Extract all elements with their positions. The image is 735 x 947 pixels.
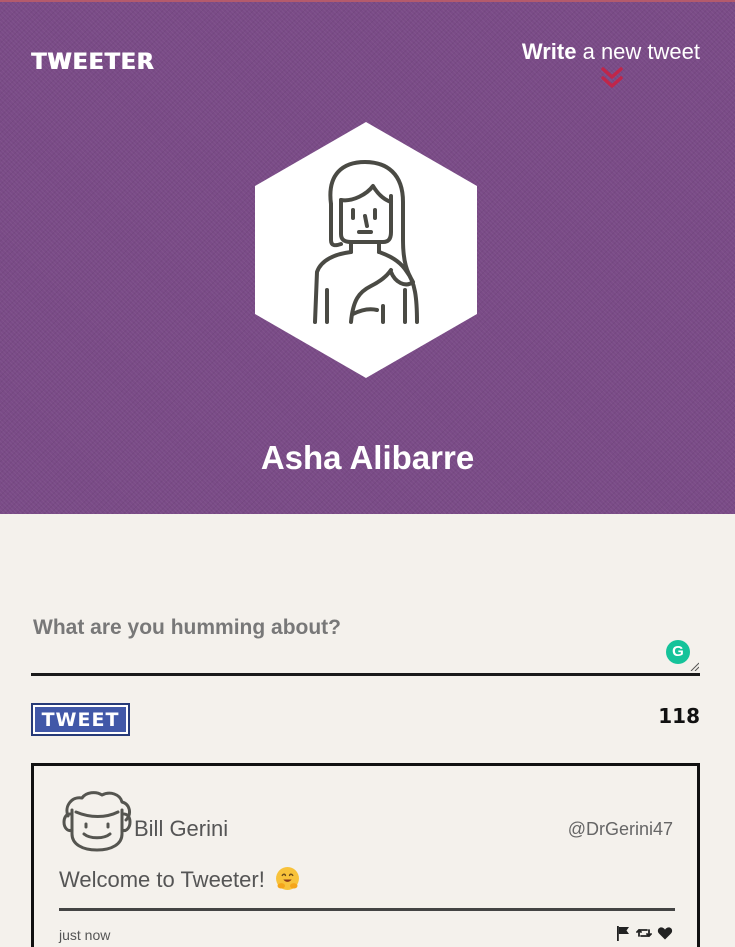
double-chevron-down-icon[interactable] — [600, 66, 624, 90]
tweet-card: Bill Gerini @DrGerini47 Welcome to Tweet… — [31, 763, 700, 947]
retweet-icon[interactable] — [636, 925, 652, 941]
compose-link-rest: a new tweet — [576, 39, 700, 64]
tweet-composer: G — [31, 602, 700, 676]
write-new-tweet-link[interactable]: Write a new tweet — [522, 39, 700, 65]
tweet-text: Welcome to Tweeter! — [59, 867, 265, 892]
profile-name: Asha Alibarre — [260, 439, 475, 476]
hugging-face-emoji-icon — [276, 867, 299, 890]
app-logo[interactable]: TWEETER — [31, 50, 154, 75]
tweet-submit-button[interactable]: TWEET — [31, 703, 130, 736]
grammarly-icon[interactable]: G — [666, 640, 690, 664]
profile-header: TWEETER Write a new tweet Asha Alibarre — [0, 0, 735, 514]
tweet-divider — [59, 908, 675, 911]
tweet-author-avatar — [62, 791, 132, 852]
tweet-author-handle[interactable]: @DrGerini47 — [568, 819, 673, 840]
tweet-text-row: Welcome to Tweeter! — [59, 866, 300, 893]
app-root: TWEETER Write a new tweet Asha Alibarre … — [0, 0, 735, 947]
compose-link-strong: Write — [521, 39, 577, 64]
tweet-timestamp: just now — [59, 927, 111, 943]
flag-icon[interactable] — [615, 925, 631, 941]
resize-handle-icon[interactable] — [690, 662, 699, 671]
heart-icon[interactable] — [657, 925, 673, 941]
profile-avatar — [255, 122, 477, 378]
tweet-author-name: Bill Gerini — [134, 816, 229, 841]
character-counter: 118 — [658, 704, 700, 728]
tweet-text-input[interactable] — [31, 602, 700, 673]
tweet-actions — [615, 925, 673, 941]
